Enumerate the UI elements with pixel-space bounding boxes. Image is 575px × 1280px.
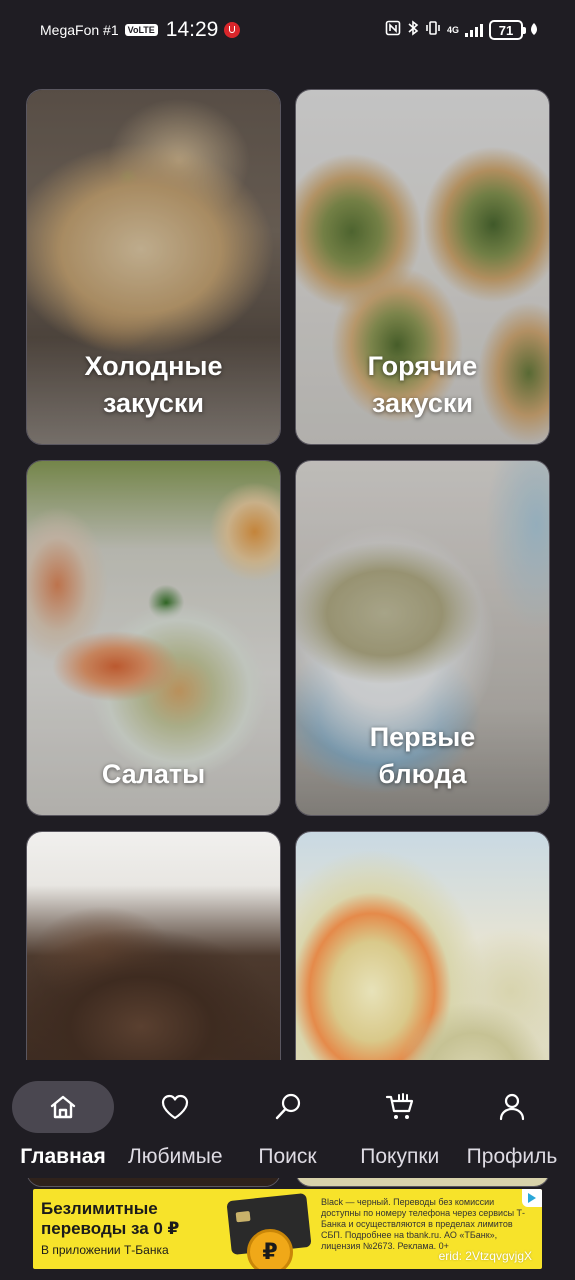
ad-erid: erid: 2VtzqvgvjgX <box>438 1249 532 1263</box>
home-icon <box>50 1095 76 1119</box>
adchoices-icon[interactable] <box>522 1189 542 1207</box>
category-card-hot-appetizers[interactable]: Горячие закуски <box>295 89 550 445</box>
nav-home-indicator <box>12 1081 114 1133</box>
nav-purchases-label: Покупки <box>360 1145 440 1168</box>
volte-badge: VoLTE <box>124 24 158 36</box>
notification-icon <box>224 22 241 38</box>
vibrate-icon <box>425 20 441 40</box>
category-title: Холодные закуски <box>84 351 223 418</box>
category-card-cold-appetizers[interactable]: Холодные закуски <box>26 89 281 445</box>
cart-icon <box>385 1093 413 1119</box>
ad-legal-text: Black — черный. Переводы без комиссии до… <box>321 1197 526 1251</box>
bottom-nav: Главная Любимые Поиск Покупки Профиль <box>0 1060 575 1178</box>
ruble-coin-icon: ₽ <box>247 1229 293 1269</box>
heart-icon <box>162 1094 189 1120</box>
category-title: Горячие закуски <box>367 351 478 418</box>
category-card-first-courses[interactable]: Первые блюда <box>295 460 550 816</box>
category-title: Салаты <box>101 759 206 789</box>
nav-home[interactable]: Главная <box>7 1060 119 1178</box>
search-icon <box>275 1093 300 1120</box>
nfc-icon <box>385 20 401 40</box>
leaf-icon <box>529 22 539 39</box>
status-right: 4G 71 <box>385 20 539 40</box>
nav-favorites-label: Любимые <box>128 1145 223 1168</box>
category-card-salads[interactable]: Салаты <box>26 460 281 816</box>
status-left: MegaFon #1 VoLTE 14:29 <box>40 18 241 42</box>
category-title: Первые блюда <box>369 722 476 789</box>
carrier-name: MegaFon #1 <box>40 22 119 38</box>
nav-profile[interactable]: Профиль <box>456 1060 568 1178</box>
network-type: 4G <box>446 24 459 35</box>
nav-home-label: Главная <box>20 1145 106 1168</box>
user-icon <box>499 1093 525 1121</box>
ad-banner[interactable]: Безлимитные переводы за 0 ₽ В приложении… <box>33 1189 542 1269</box>
nav-purchases[interactable]: Покупки <box>344 1060 456 1178</box>
nav-profile-label: Профиль <box>466 1145 558 1168</box>
signal-icon <box>465 23 483 37</box>
ad-headline: Безлимитные переводы за 0 ₽ <box>41 1199 180 1238</box>
status-bar: MegaFon #1 VoLTE 14:29 4G 71 <box>0 0 575 60</box>
nav-search-label: Поиск <box>258 1145 317 1168</box>
category-grid: Холодные закуски Горячие закуски Салаты … <box>26 89 550 1187</box>
battery-level: 71 <box>498 22 514 38</box>
bluetooth-icon <box>407 20 419 40</box>
battery-icon: 71 <box>489 20 526 40</box>
nav-search[interactable]: Поиск <box>232 1060 344 1178</box>
nav-favorites[interactable]: Любимые <box>119 1060 231 1178</box>
clock: 14:29 <box>165 18 219 41</box>
ad-subline: В приложении Т-Банка <box>41 1243 169 1257</box>
